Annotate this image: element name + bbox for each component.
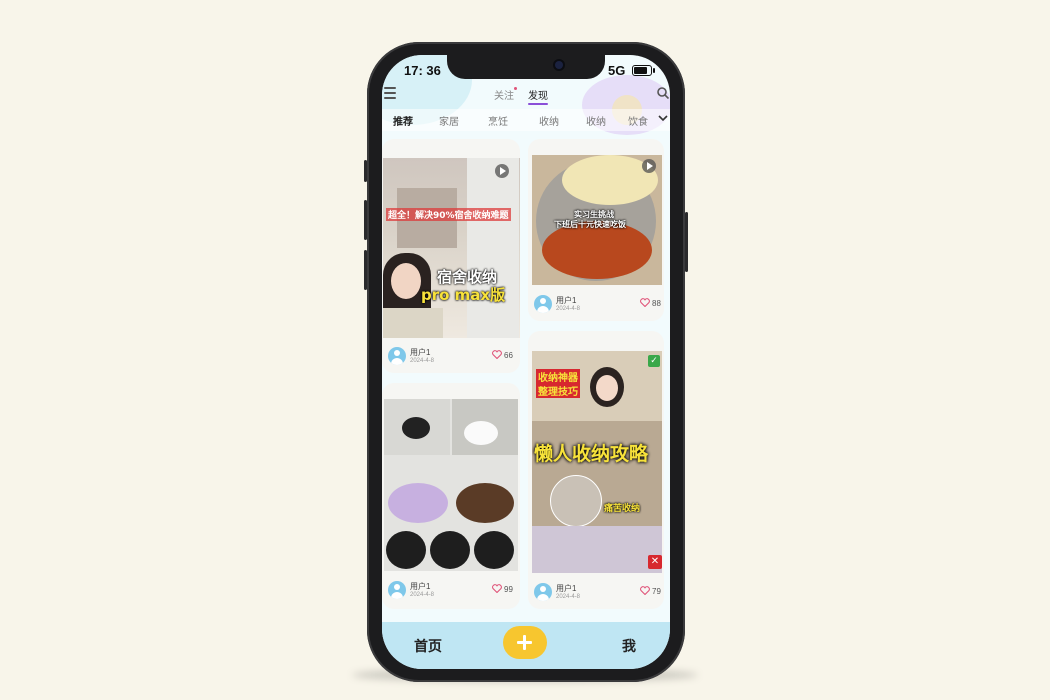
category-bar: 推荐 家居 烹饪 收纳 收纳 饮食 — [382, 109, 670, 131]
phone-frame: 17: 36 5G 关注 发现 推荐 家居 烹饪 收纳 收纳 饮食 超全！解决9… — [364, 42, 688, 682]
taro-bowl — [388, 483, 448, 523]
overlay-subtitle: 下班后十元快速吃饭 — [554, 220, 626, 229]
avatar[interactable] — [388, 347, 406, 365]
avatar[interactable] — [534, 583, 552, 601]
power-button — [685, 212, 688, 272]
sesame-bowl — [402, 417, 430, 439]
nut-bowl — [456, 483, 514, 523]
category-home[interactable]: 家居 — [439, 113, 459, 128]
video-play-icon — [495, 164, 509, 178]
volume-up-button — [364, 200, 367, 240]
category-cooking[interactable]: 烹饪 — [488, 113, 508, 128]
post-username[interactable]: 用户1 — [556, 295, 576, 306]
top-nav: 关注 发现 — [382, 85, 670, 107]
chevron-down-icon[interactable] — [658, 113, 668, 123]
post-card[interactable]: 用户1 2024-4-8 99 — [382, 383, 520, 609]
heart-icon[interactable] — [492, 350, 502, 359]
battery-icon — [632, 65, 655, 76]
network-label: 5G — [608, 63, 626, 78]
post-date: 2024-4-8 — [410, 592, 435, 598]
post-date: 2024-4-8 — [556, 306, 581, 312]
bottom-nav: 首页 我 — [382, 622, 670, 669]
front-camera — [555, 61, 563, 69]
overlay-subtitle: 痛苦收纳 — [604, 504, 641, 514]
category-storage-2[interactable]: 收纳 — [586, 113, 606, 128]
phone-screen: 17: 36 5G 关注 发现 推荐 家居 烹饪 收纳 收纳 饮食 超全！解决9… — [382, 55, 670, 669]
overlay-tag-1: 收纳神器 — [536, 369, 580, 384]
clothes-pile — [532, 526, 662, 573]
avatar[interactable] — [534, 295, 552, 313]
curtain — [467, 158, 519, 338]
menu-icon[interactable] — [384, 87, 396, 100]
overlay-headline: 懒人收纳攻略 — [534, 443, 649, 465]
heart-icon[interactable] — [640, 298, 650, 307]
overlay-title: 超全！解决90%宿舍收纳难题 — [386, 208, 511, 221]
person-face — [596, 375, 618, 401]
post-image[interactable] — [384, 399, 518, 571]
post-footer: 用户1 2024-4-8 88 — [534, 293, 661, 319]
like-count: 66 — [504, 351, 513, 360]
category-recommend[interactable]: 推荐 — [393, 113, 413, 128]
person-shirt — [383, 308, 443, 338]
avatar[interactable] — [388, 581, 406, 599]
black-bowl — [386, 531, 426, 569]
post-card[interactable]: ✓ ✕ 收纳神器 整理技巧 懒人收纳攻略 痛苦收纳 用户1 2024-4-8 7… — [528, 331, 664, 609]
silent-switch — [364, 160, 367, 182]
post-image[interactable]: 超全！解决90%宿舍收纳难题 宿舍收纳 pro max版 — [383, 158, 520, 338]
search-icon[interactable] — [657, 87, 669, 99]
post-footer: 用户1 2024-4-8 79 — [534, 581, 661, 607]
status-time: 17: 36 — [404, 63, 441, 78]
notch — [447, 55, 605, 79]
overlay-tag-2: 整理技巧 — [536, 383, 580, 398]
post-footer: 用户1 2024-4-8 99 — [388, 579, 514, 605]
tab-following[interactable]: 关注 — [494, 87, 514, 102]
black-bowl — [430, 531, 470, 569]
add-post-button[interactable] — [503, 626, 547, 659]
heart-icon[interactable] — [640, 586, 650, 595]
nav-me[interactable]: 我 — [622, 636, 636, 656]
post-username[interactable]: 用户1 — [556, 583, 576, 594]
like-count: 88 — [652, 299, 661, 308]
post-date: 2024-4-8 — [556, 594, 581, 600]
post-footer: 用户1 2024-4-8 66 — [388, 345, 514, 371]
post-username[interactable]: 用户1 — [410, 347, 430, 358]
black-bowl — [474, 531, 514, 569]
post-image[interactable]: 实习生挑战 下班后十元快速吃饭 — [532, 155, 662, 285]
notification-dot — [514, 87, 517, 90]
cream-bowl — [464, 421, 498, 445]
overlay-subheadline: pro max版 — [421, 286, 506, 304]
like-count: 99 — [504, 585, 513, 594]
like-count: 79 — [652, 587, 661, 596]
post-card[interactable]: 超全！解决90%宿舍收纳难题 宿舍收纳 pro max版 用户1 2024-4-… — [382, 139, 520, 373]
category-storage[interactable]: 收纳 — [539, 113, 559, 128]
post-image[interactable]: ✓ ✕ 收纳神器 整理技巧 懒人收纳攻略 痛苦收纳 — [532, 351, 662, 573]
video-play-icon — [642, 159, 656, 173]
tab-discover[interactable]: 发现 — [528, 87, 548, 105]
post-date: 2024-4-8 — [410, 358, 435, 364]
battery-fill — [634, 67, 647, 74]
person-face — [391, 263, 421, 299]
close-icon: ✕ — [648, 555, 662, 569]
inset-circle — [550, 475, 602, 527]
nav-home[interactable]: 首页 — [414, 636, 442, 656]
volume-down-button — [364, 250, 367, 290]
post-card[interactable]: 实习生挑战 下班后十元快速吃饭 用户1 2024-4-8 88 — [528, 139, 664, 321]
category-diet[interactable]: 饮食 — [628, 113, 648, 128]
heart-icon[interactable] — [492, 584, 502, 593]
post-username[interactable]: 用户1 — [410, 581, 430, 592]
checkmark-icon: ✓ — [648, 355, 660, 367]
